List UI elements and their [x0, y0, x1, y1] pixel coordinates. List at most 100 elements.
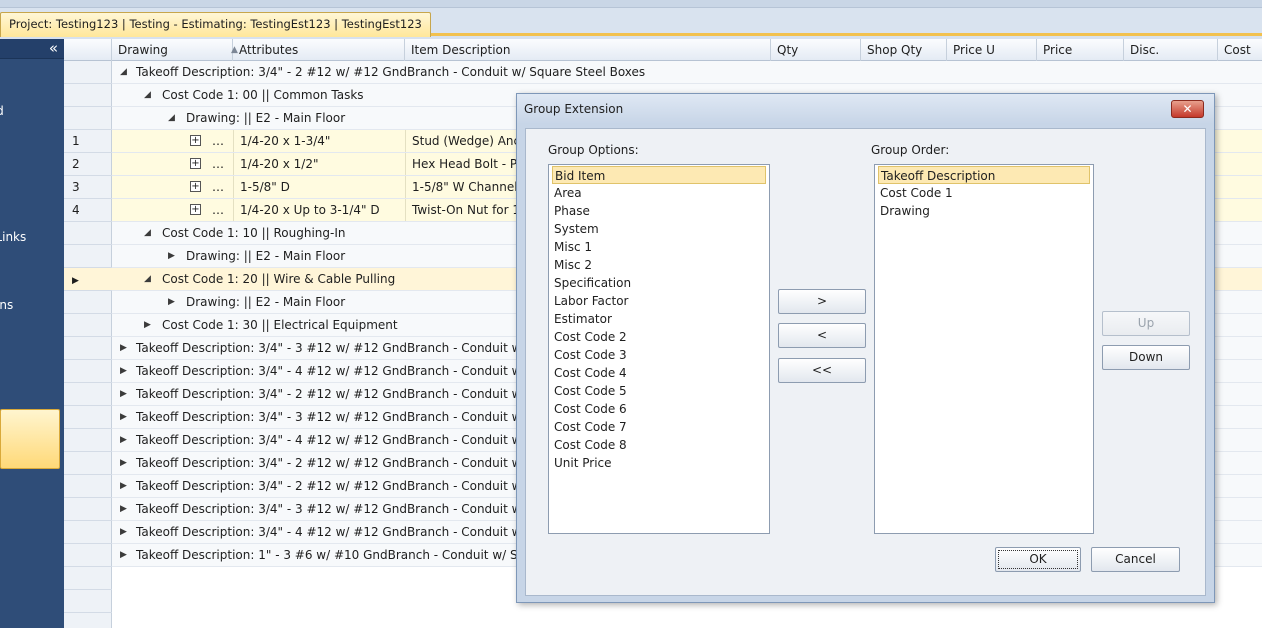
- list-item[interactable]: System: [552, 220, 599, 238]
- expand-group-icon[interactable]: ▶: [120, 498, 127, 520]
- row-ellipsis[interactable]: …: [212, 153, 224, 175]
- move-up-button[interactable]: Up: [1102, 311, 1190, 336]
- list-item[interactable]: Misc 1: [552, 238, 592, 256]
- expand-group-icon[interactable]: ▶: [168, 291, 175, 313]
- row-indicator[interactable]: [64, 544, 112, 567]
- expand-group-icon[interactable]: ▶: [120, 544, 127, 566]
- add-to-order-button[interactable]: >: [778, 289, 866, 314]
- list-item[interactable]: Cost Code 6: [552, 400, 627, 418]
- column-header-shop-qty[interactable]: Shop Qty: [861, 39, 947, 61]
- expand-group-icon[interactable]: ▶: [168, 245, 175, 267]
- collapse-group-icon[interactable]: ◢: [120, 61, 127, 83]
- row-ellipsis[interactable]: …: [212, 199, 224, 221]
- list-item[interactable]: Bid Item: [552, 166, 766, 184]
- document-tab[interactable]: Project: Testing123 | Testing - Estimati…: [0, 12, 431, 37]
- list-item[interactable]: Cost Code 5: [552, 382, 627, 400]
- expand-group-icon[interactable]: ▶: [120, 337, 127, 359]
- row-indicator[interactable]: [64, 222, 112, 245]
- row-ellipsis[interactable]: …: [212, 130, 224, 152]
- row-number[interactable]: 3: [64, 176, 112, 199]
- expand-row-icon[interactable]: +: [190, 204, 201, 215]
- expand-group-icon[interactable]: ▶: [120, 521, 127, 543]
- list-item[interactable]: Cost Code 1: [878, 184, 953, 202]
- expand-row-icon[interactable]: +: [190, 158, 201, 169]
- row-indicator[interactable]: [64, 613, 112, 628]
- row-indicator[interactable]: [64, 567, 112, 590]
- list-item[interactable]: Unit Price: [552, 454, 612, 472]
- collapse-sidebar-icon[interactable]: «: [49, 39, 58, 57]
- expand-group-icon[interactable]: ▶: [144, 314, 151, 336]
- sidebar-item-dashboard[interactable]: ard: [0, 81, 64, 141]
- column-header-attributes[interactable]: Attributes: [233, 39, 405, 61]
- row-indicator[interactable]: [64, 84, 112, 107]
- row-indicator[interactable]: [64, 107, 112, 130]
- row-indicator[interactable]: [64, 337, 112, 360]
- expand-group-icon[interactable]: ▶: [120, 406, 127, 428]
- row-indicator[interactable]: [64, 245, 112, 268]
- group-options-list[interactable]: Bid Item Area Phase System Misc 1 Misc 2…: [548, 164, 770, 534]
- row-number[interactable]: 4: [64, 199, 112, 222]
- row-indicator[interactable]: [64, 406, 112, 429]
- current-row-indicator[interactable]: ▶: [64, 268, 112, 291]
- column-header-qty[interactable]: Qty: [771, 39, 861, 61]
- list-item[interactable]: Cost Code 4: [552, 364, 627, 382]
- row-indicator[interactable]: [64, 61, 112, 84]
- collapse-group-icon[interactable]: ◢: [144, 268, 151, 290]
- expand-row-icon[interactable]: +: [190, 135, 201, 146]
- remove-from-order-button[interactable]: <: [778, 323, 866, 348]
- row-indicator[interactable]: [64, 521, 112, 544]
- list-item[interactable]: Takeoff Description: [878, 166, 1090, 184]
- column-header-price[interactable]: Price: [1037, 39, 1124, 61]
- expand-group-icon[interactable]: ▶: [120, 475, 127, 497]
- list-item[interactable]: Cost Code 3: [552, 346, 627, 364]
- row-number[interactable]: 2: [64, 153, 112, 176]
- attributes-cell[interactable]: 1-5/8" D: [233, 176, 405, 198]
- column-header-price-u[interactable]: Price U: [947, 39, 1037, 61]
- row-number[interactable]: 1: [64, 130, 112, 153]
- list-item[interactable]: Cost Code 7: [552, 418, 627, 436]
- column-header-item-description[interactable]: Item Description: [405, 39, 771, 61]
- expand-group-icon[interactable]: ▶: [120, 383, 127, 405]
- attributes-cell[interactable]: 1/4-20 x 1-3/4": [233, 130, 405, 152]
- collapse-group-icon[interactable]: ◢: [144, 222, 151, 244]
- row-indicator[interactable]: [64, 429, 112, 452]
- collapse-group-icon[interactable]: ◢: [168, 107, 175, 129]
- list-item[interactable]: Specification: [552, 274, 631, 292]
- list-item[interactable]: Drawing: [878, 202, 930, 220]
- group-order-list[interactable]: Takeoff Description Cost Code 1 Drawing: [874, 164, 1094, 534]
- cancel-button[interactable]: Cancel: [1091, 547, 1180, 572]
- expand-group-icon[interactable]: ▶: [120, 429, 127, 451]
- close-icon[interactable]: ✕: [1171, 100, 1204, 118]
- list-item[interactable]: Area: [552, 184, 582, 202]
- sidebar-item-active[interactable]: on: [0, 409, 60, 469]
- collapse-group-icon[interactable]: ◢: [144, 84, 151, 106]
- attributes-cell[interactable]: 1/4-20 x Up to 3-1/4" D: [233, 199, 405, 221]
- list-item[interactable]: Labor Factor: [552, 292, 628, 310]
- row-indicator[interactable]: [64, 498, 112, 521]
- list-item[interactable]: Cost Code 8: [552, 436, 627, 454]
- sidebar-item-options[interactable]: tions: [0, 275, 64, 335]
- ok-button[interactable]: OK: [995, 547, 1081, 572]
- row-indicator[interactable]: [64, 475, 112, 498]
- list-item[interactable]: Phase: [552, 202, 590, 220]
- row-indicator[interactable]: [64, 314, 112, 337]
- expand-group-icon[interactable]: ▶: [120, 360, 127, 382]
- list-item[interactable]: Cost Code 2: [552, 328, 627, 346]
- column-header-drawing[interactable]: Drawing: [112, 39, 233, 61]
- sidebar-item-links[interactable]: d Links: [0, 207, 64, 267]
- move-down-button[interactable]: Down: [1102, 345, 1190, 370]
- row-indicator[interactable]: [64, 590, 112, 613]
- column-header-disc[interactable]: Disc.: [1124, 39, 1218, 61]
- expand-group-icon[interactable]: ▶: [120, 452, 127, 474]
- list-item[interactable]: Misc 2: [552, 256, 592, 274]
- row-indicator[interactable]: [64, 360, 112, 383]
- row-ellipsis[interactable]: …: [212, 176, 224, 198]
- column-header-cost[interactable]: Cost: [1218, 39, 1262, 61]
- sidebar-item-report[interactable]: t: [0, 479, 64, 539]
- expand-row-icon[interactable]: +: [190, 181, 201, 192]
- list-item[interactable]: Estimator: [552, 310, 612, 328]
- remove-all-button[interactable]: <<: [778, 358, 866, 383]
- attributes-cell[interactable]: 1/4-20 x 1/2": [233, 153, 405, 175]
- row-indicator[interactable]: [64, 383, 112, 406]
- group-row-takeoff[interactable]: ◢ Takeoff Description: 3/4" - 2 #12 w/ #…: [112, 61, 1262, 84]
